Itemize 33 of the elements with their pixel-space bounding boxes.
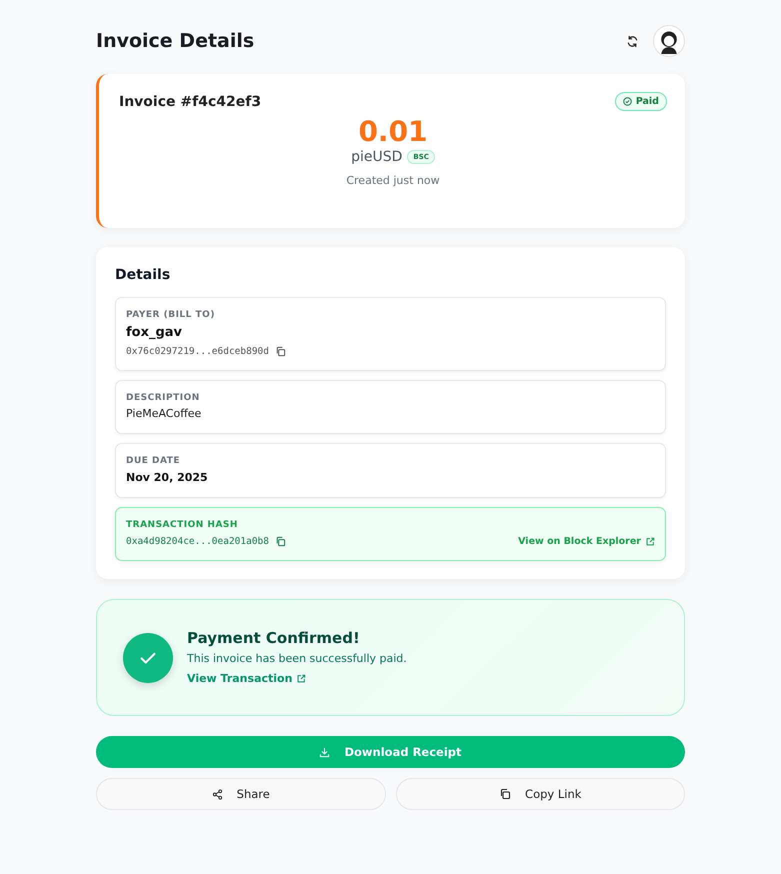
- field-label: DUE DATE: [126, 456, 182, 466]
- field-label: PAYER (BILL TO): [126, 310, 216, 320]
- invoice-amount: 0.01: [357, 115, 429, 148]
- confirmation-title: Payment Confirmed!: [187, 629, 361, 647]
- field-label: TRANSACTION HASH: [126, 520, 239, 530]
- confirmation-message: This invoice has been successfully paid.: [187, 652, 407, 665]
- copy-link-button[interactable]: Copy Link: [396, 778, 685, 810]
- copy-icon[interactable]: [275, 536, 286, 547]
- copy-icon: [499, 788, 512, 800]
- created-time: Created just now: [345, 174, 441, 187]
- avatar[interactable]: [653, 25, 685, 57]
- page-title: Invoice Details: [96, 30, 254, 52]
- token-name: pieUSD: [351, 149, 402, 165]
- refresh-icon[interactable]: [626, 34, 639, 48]
- view-transaction-link[interactable]: View Transaction: [187, 672, 306, 685]
- field-label: DESCRIPTION: [126, 393, 201, 403]
- payer-name: fox_gav: [126, 325, 184, 340]
- share-button[interactable]: Share: [96, 778, 386, 810]
- copy-icon[interactable]: [275, 346, 286, 357]
- external-link-icon: [645, 536, 655, 546]
- field-value: PieMeACoffee: [126, 407, 202, 420]
- address-text: 0xa4d98204ce...0ea201a0b8: [126, 536, 269, 547]
- explorer-link[interactable]: View on Block Explorer: [518, 536, 655, 547]
- download-icon: [319, 746, 330, 758]
- section-title: Details: [115, 267, 172, 283]
- status-badge: Paid: [614, 92, 667, 111]
- check-icon: [123, 632, 173, 682]
- field-value: Nov 20, 2025: [126, 471, 209, 484]
- external-link-icon: [296, 674, 306, 684]
- share-icon: [212, 788, 223, 800]
- invoice-number: Invoice #f4c42ef3: [119, 94, 262, 110]
- download-receipt-button[interactable]: Download Receipt: [96, 736, 685, 768]
- address-text: 0x76c0297219...e6dceb890d: [126, 346, 269, 357]
